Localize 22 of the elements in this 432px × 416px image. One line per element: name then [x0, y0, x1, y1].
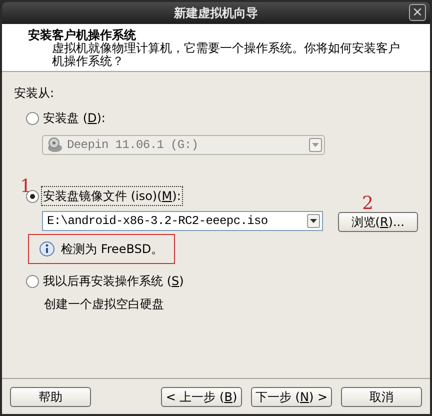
radio-label[interactable]: 安装盘镜像文件 (iso)(M):	[41, 186, 183, 206]
close-button[interactable]: ×	[409, 4, 426, 21]
dialog-button[interactable]: 取消	[341, 386, 422, 406]
section-label: 安装从:	[14, 85, 56, 100]
detection-message: 检测为 FreeBSD。	[61, 241, 164, 258]
disc-drive-icon	[47, 137, 63, 153]
dropdown-value: E:\android-x86-3.2-RC2-eeepc.iso	[47, 213, 269, 230]
page-description: 虚拟机就像物理计算机，它需要一个操作系统。你将如何安装客户机操作系统？	[51, 42, 401, 68]
radio-button[interactable]	[26, 274, 39, 288]
page-title: 安装客户机操作系统	[28, 28, 137, 42]
browse-button[interactable]: 浏览(R)...	[338, 212, 418, 232]
dialog-button[interactable]: 下一步 (N) >	[251, 386, 332, 406]
annotation-number: 1	[20, 178, 32, 196]
dropdown-field[interactable]: E:\android-x86-3.2-RC2-eeepc.iso	[42, 211, 323, 231]
annotation-number: 2	[362, 195, 374, 213]
info-icon	[39, 241, 55, 257]
option-note: 创建一个虚拟空白硬盘	[43, 296, 165, 313]
dialog-button[interactable]: < 上一步 (B)	[161, 386, 242, 406]
dialog-button[interactable]: 帮助	[10, 386, 91, 406]
window-title: 新建虚拟机向导	[174, 5, 258, 22]
dropdown-value: Deepin 11.06.1 (G:)	[67, 137, 200, 154]
radio-label[interactable]: 我以后再安装操作系统 (S)	[41, 271, 186, 291]
